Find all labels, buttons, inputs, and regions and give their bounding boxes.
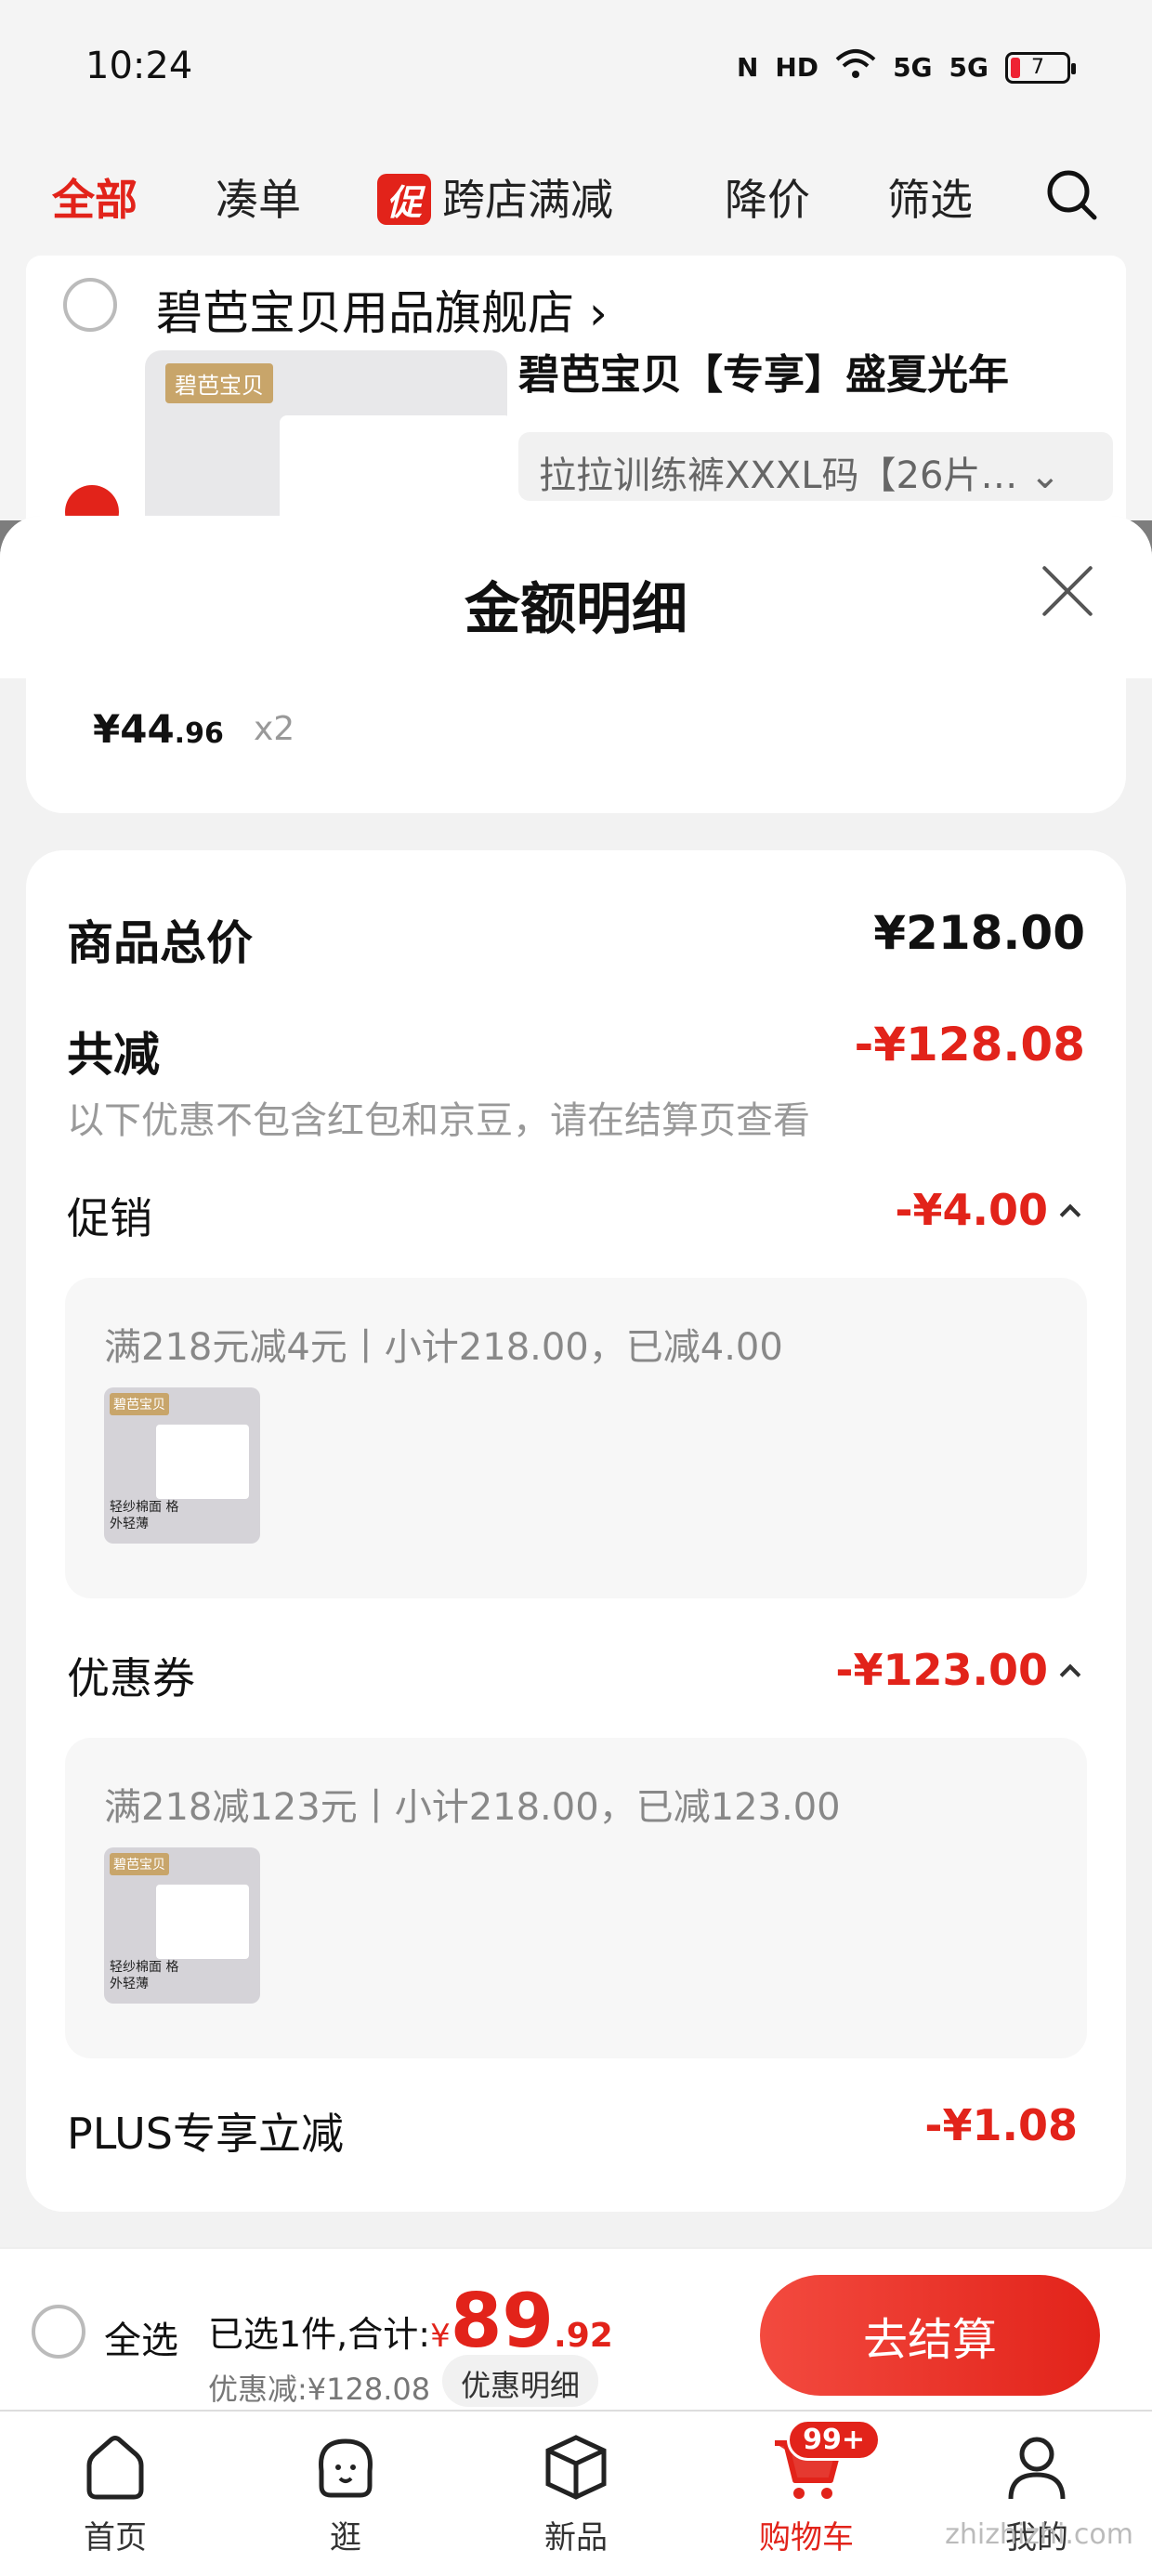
thumb-logo: 碧芭宝贝 xyxy=(110,1393,169,1415)
checkout-button[interactable]: 去结算 xyxy=(760,2275,1100,2396)
product-logo: 碧芭宝贝 xyxy=(165,363,273,403)
thumb-text: 轻纱棉面 格外轻薄 xyxy=(110,1500,179,1531)
tab-cross-store-label: 跨店满减 xyxy=(442,175,614,225)
wifi-icon xyxy=(835,48,876,86)
coupon-value: -¥123.00 xyxy=(835,1645,1048,1695)
reduce-label: 共减 xyxy=(67,1028,160,1082)
nav-home-label: 首页 xyxy=(84,2519,147,2556)
plus-value: -¥1.08 xyxy=(924,2100,1078,2150)
nav-new[interactable]: 新品 xyxy=(511,2430,641,2557)
promo-label: 促销 xyxy=(67,1193,152,1243)
promo-detail-panel: 满218元减4元丨小计218.00，已减4.00 碧芭宝贝 轻纱棉面 格外轻薄 xyxy=(65,1278,1087,1598)
user-icon xyxy=(1000,2430,1074,2504)
chevron-up-icon xyxy=(1059,1203,1081,1226)
item-price-dec: .96 xyxy=(174,717,224,750)
nav-cart[interactable]: 99+ 购物车 xyxy=(741,2419,881,2557)
summary-currency: ¥ xyxy=(430,2318,451,2355)
discount-detail-button[interactable]: 优惠明细 xyxy=(442,2355,599,2407)
battery-level: 7 xyxy=(1031,56,1044,79)
saving-text: 优惠减:¥128.08 xyxy=(208,2372,431,2407)
coupon-detail-panel: 满218减123元丨小计218.00，已减123.00 碧芭宝贝 轻纱棉面 格外… xyxy=(65,1738,1087,2058)
summary-prefix: 已选1件,合计: xyxy=(208,2314,431,2355)
total-label: 商品总价 xyxy=(67,916,253,970)
shop-select-radio[interactable] xyxy=(63,278,117,332)
battery-icon: 7 xyxy=(1005,51,1076,84)
checkout-bar: 全选 已选1件,合计: ¥ 89 .92 优惠减:¥128.08 优惠明细 去结… xyxy=(0,2247,1152,2410)
sheet-title: 金额明细 xyxy=(465,577,687,642)
nav-browse-label: 逛 xyxy=(330,2519,361,2556)
total-summary: 已选1件,合计: ¥ 89 .92 xyxy=(208,2278,613,2364)
select-all-radio[interactable] xyxy=(32,2305,85,2359)
product-title[interactable]: 碧芭宝贝【专享】盛夏光年 xyxy=(518,341,1009,401)
close-icon[interactable] xyxy=(1039,562,1096,620)
summary-total-int: 89 xyxy=(450,2278,555,2364)
cart-badge: 99+ xyxy=(787,2419,881,2461)
hd-icon: HD xyxy=(775,52,819,83)
product-thumbnail[interactable]: 碧芭宝贝 轻纱棉面 格外轻薄 xyxy=(104,1847,260,2004)
item-quantity: x2 xyxy=(254,710,295,748)
watermark: zhizhizhi.com xyxy=(945,2518,1133,2551)
status-time: 10:24 xyxy=(85,45,193,87)
nav-home[interactable]: 首页 xyxy=(50,2430,180,2557)
total-value: ¥218.00 xyxy=(873,906,1085,960)
thumb-text: 轻纱棉面 格外轻薄 xyxy=(110,1960,179,1991)
item-price-int: ¥44 xyxy=(93,706,175,752)
shop-name[interactable]: 碧芭宝贝用品旗舰店 › xyxy=(156,276,608,343)
reduce-note: 以下优惠不包含红包和京豆，请在结算页查看 xyxy=(67,1099,810,1142)
5g-signal-icon: 5G xyxy=(893,52,933,83)
product-thumbnail[interactable]: 碧芭宝贝 轻纱棉面 格外轻薄 xyxy=(104,1387,260,1544)
summary-total-dec: .92 xyxy=(554,2317,613,2355)
tab-filter[interactable]: 筛选 xyxy=(887,166,973,228)
bottom-nav: 首页 逛 新品 99+ 购物车 我的 xyxy=(0,2410,1152,2576)
tab-all[interactable]: 全部 xyxy=(52,166,137,228)
search-icon[interactable] xyxy=(1044,167,1100,223)
price-detail-card: 商品总价 ¥218.00 共减 -¥128.08 以下优惠不包含红包和京豆，请在… xyxy=(26,850,1126,2212)
coupon-toggle[interactable]: -¥123.00 xyxy=(835,1645,1081,1695)
reduce-value: -¥128.08 xyxy=(854,1018,1086,1071)
promo-detail-text: 满218元减4元丨小计218.00，已减4.00 xyxy=(104,1326,783,1369)
nav-cart-label: 购物车 xyxy=(759,2519,854,2556)
tab-bundle[interactable]: 凑单 xyxy=(216,166,301,228)
nav-new-label: 新品 xyxy=(544,2519,608,2556)
thumb-logo: 碧芭宝贝 xyxy=(110,1853,169,1875)
promo-toggle[interactable]: -¥4.00 xyxy=(895,1185,1081,1235)
coupon-label: 优惠券 xyxy=(67,1653,195,1703)
coupon-detail-text: 满218减123元丨小计218.00，已减123.00 xyxy=(104,1786,841,1829)
item-price-card: ¥44.96 x2 xyxy=(26,678,1126,813)
browse-icon xyxy=(308,2430,383,2504)
home-icon xyxy=(78,2430,152,2504)
item-price: ¥44.96 xyxy=(93,706,224,752)
tab-cross-store[interactable]: 促跨店满减 xyxy=(377,166,613,228)
sku-label: 拉拉训练裤XXXL码【26片… xyxy=(539,454,1018,497)
plus-label: PLUS专享立减 xyxy=(67,2109,344,2159)
sku-selector[interactable]: 拉拉训练裤XXXL码【26片… ⌄ xyxy=(518,432,1113,501)
shop-card: 碧芭宝贝用品旗舰店 › 碧芭宝贝 碧芭宝贝【专享】盛夏光年 拉拉训练裤XXXL码… xyxy=(26,256,1126,555)
cart-icon: 99+ xyxy=(769,2419,881,2504)
5g-signal-icon: 5G xyxy=(949,52,988,83)
box-icon xyxy=(539,2430,613,2504)
promo-badge: 促 xyxy=(377,174,432,225)
status-bar: 10:24 N HD 5G 5G 7 xyxy=(0,0,1152,139)
top-tabs: 全部 凑单 促跨店满减 降价 筛选 xyxy=(0,153,1152,237)
chevron-up-icon xyxy=(1059,1663,1081,1686)
amount-detail-sheet: 金额明细 ¥44.96 x2 商品总价 ¥218.00 共减 -¥128.08 … xyxy=(0,516,1152,2263)
tab-price-drop[interactable]: 降价 xyxy=(725,166,810,228)
status-icons: N HD 5G 5G 7 xyxy=(736,48,1076,86)
nfc-icon: N xyxy=(736,52,759,83)
shop-name-label: 碧芭宝贝用品旗舰店 xyxy=(156,286,574,340)
nav-browse[interactable]: 逛 xyxy=(281,2430,411,2557)
sheet-header: 金额明细 xyxy=(0,516,1152,678)
select-all-label[interactable]: 全选 xyxy=(104,2310,178,2364)
promo-value: -¥4.00 xyxy=(895,1185,1048,1235)
